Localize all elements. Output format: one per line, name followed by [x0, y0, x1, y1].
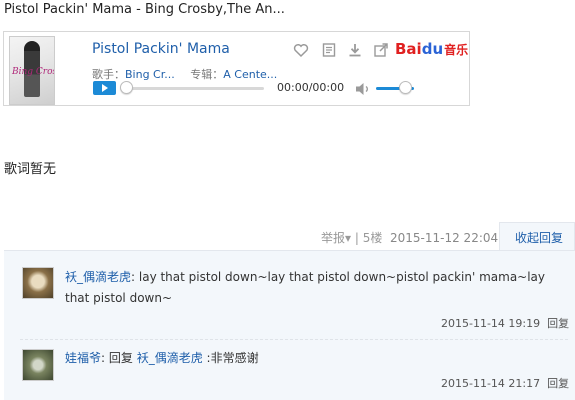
reply-target-user-link[interactable]: 袄_偶滴老虎	[137, 351, 203, 365]
reply-colon: :	[101, 351, 109, 365]
reply-time: 2015-11-14 19:19	[441, 317, 541, 330]
album-label: 专辑：	[190, 68, 224, 81]
avatar[interactable]	[22, 267, 54, 299]
reply-meta: 2015-11-14 21:17 回复	[441, 375, 569, 391]
reply-content: :非常感谢	[202, 351, 259, 365]
volume-handle[interactable]	[398, 81, 412, 94]
album-art: Bing Crosby	[9, 36, 55, 105]
reply-colon: :	[131, 270, 139, 284]
brand-music: 音乐	[444, 43, 469, 57]
reply-time: 2015-11-14 21:17	[441, 377, 541, 390]
volume-icon[interactable]	[355, 82, 371, 96]
floor-bar: 举报▾ | 5楼 2015-11-12 22:04	[321, 229, 498, 246]
lyrics-empty-label: 歌词暂无	[4, 162, 57, 177]
brand-du: du	[421, 40, 444, 58]
post-title: Pistol Packin' Mama - Bing Crosby,The An…	[4, 2, 285, 17]
progress-track[interactable]	[126, 87, 264, 90]
reply-divider	[20, 339, 568, 340]
album-link[interactable]: A Cente...	[223, 68, 277, 81]
time-display: 00:00/00:00	[277, 81, 345, 94]
reply-item: 娃福爷: 回复 袄_偶滴老虎 :非常感谢	[65, 348, 563, 369]
album-art-text: Bing Crosby	[12, 67, 54, 77]
reply-item: 袄_偶滴老虎: lay that pistol down~lay that pi…	[65, 267, 563, 309]
song-title-link[interactable]: Pistol Packin' Mama	[92, 41, 230, 57]
notes-icon[interactable]	[321, 42, 337, 58]
reply-word: 回复	[108, 351, 137, 365]
baidu-music-logo[interactable]: Baidu音乐	[395, 40, 468, 58]
collapse-reply-button[interactable]: 收起回复	[515, 229, 563, 246]
download-icon[interactable]	[347, 42, 363, 58]
floor-date: 2015-11-12 22:04	[390, 231, 499, 245]
singer-label: 歌手：	[92, 68, 125, 81]
music-player: Bing Crosby Pistol Packin' Mama Baidu音乐 …	[3, 31, 470, 106]
reply-button[interactable]: 回复	[547, 377, 569, 390]
reply-meta: 2015-11-14 19:19 回复	[441, 315, 569, 331]
reply-user-link[interactable]: 袄_偶滴老虎	[65, 270, 131, 284]
floor-separator: |	[351, 231, 363, 245]
progress-handle[interactable]	[120, 81, 133, 94]
brand-bai: Bai	[395, 40, 422, 58]
reply-button[interactable]: 回复	[547, 317, 569, 330]
play-button[interactable]	[93, 81, 116, 95]
floor-number: 5楼	[362, 231, 383, 245]
song-meta: 歌手：Bing Cr... 专辑：A Cente...	[92, 66, 277, 82]
share-icon[interactable]	[373, 42, 389, 58]
report-link[interactable]: 举报	[321, 231, 345, 245]
avatar[interactable]	[22, 349, 54, 381]
singer-link[interactable]: Bing Cr...	[125, 68, 175, 81]
heart-icon[interactable]	[293, 42, 309, 58]
reply-user-link[interactable]: 娃福爷	[65, 351, 101, 365]
